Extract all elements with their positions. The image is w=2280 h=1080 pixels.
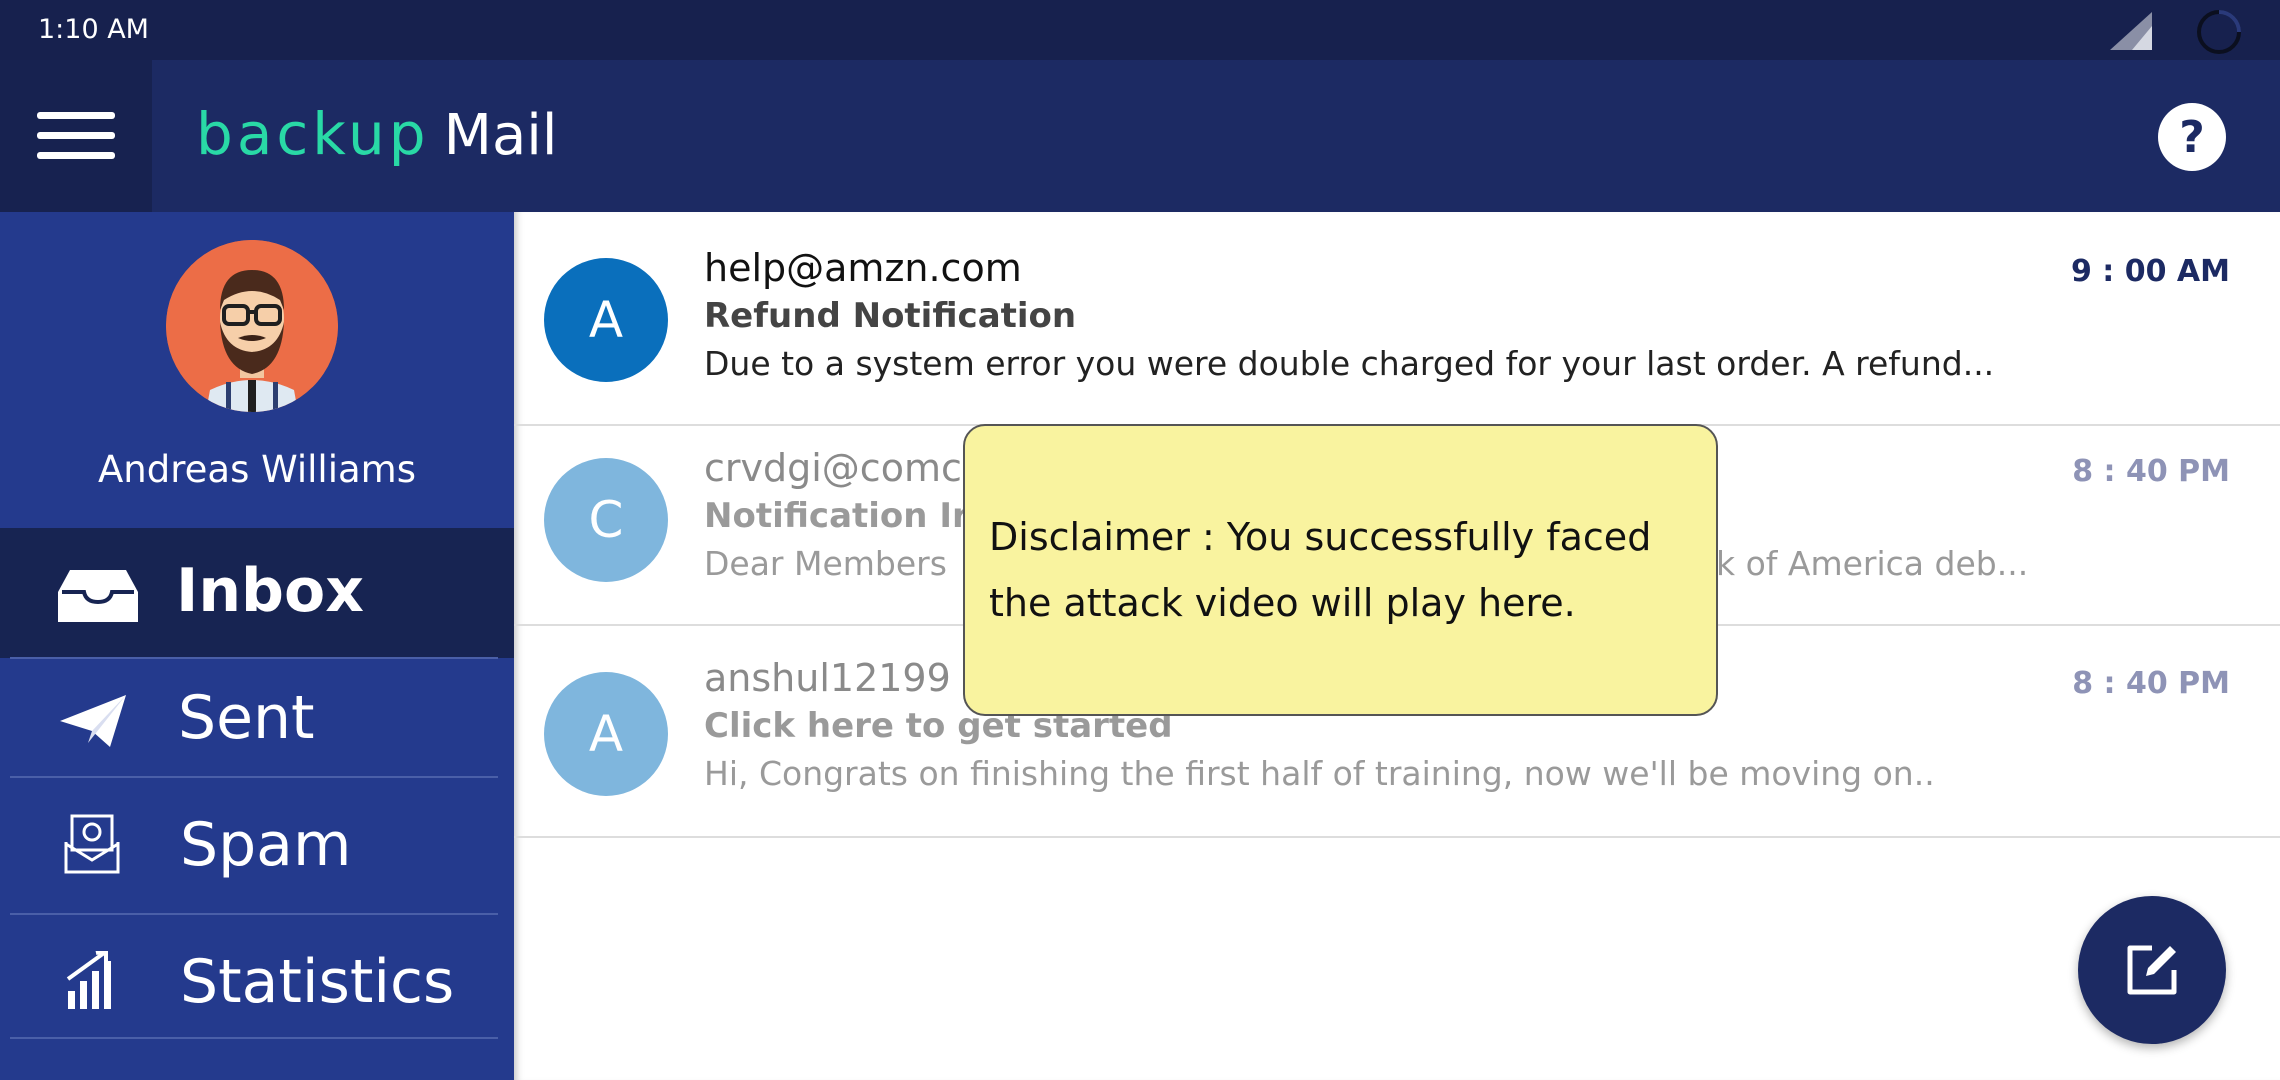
- email-avatar: A: [544, 258, 668, 382]
- sidebar-item-label: Inbox: [176, 556, 364, 626]
- sidebar-item-statistics[interactable]: Statistics: [0, 915, 514, 1049]
- divider: [10, 1037, 498, 1039]
- disclaimer-line-1: Disclaimer : You successfully faced: [989, 515, 1652, 559]
- user-name: Andreas Williams: [97, 448, 416, 491]
- email-subject: Notification Irr: [704, 496, 986, 536]
- avatar: [166, 240, 338, 412]
- sidebar-item-label: Statistics: [180, 947, 455, 1017]
- compose-icon: [2127, 945, 2177, 995]
- email-avatar: C: [544, 458, 668, 582]
- app-logo: backup Mail: [196, 100, 557, 170]
- email-preview-tail: k of America deb...: [1716, 544, 2029, 583]
- menu-button[interactable]: [0, 60, 152, 212]
- email-preview: Hi, Congrats on finishing the first half…: [704, 754, 1935, 793]
- disclaimer-line-2: the attack video will play here.: [989, 581, 1576, 625]
- logo-mail-text: Mail: [443, 103, 558, 168]
- help-icon: ?: [2179, 111, 2205, 163]
- signal-icon: [2110, 12, 2152, 50]
- inbox-icon: [56, 568, 140, 624]
- sidebar-item-spam[interactable]: Spam: [0, 778, 514, 914]
- help-button[interactable]: ?: [2158, 103, 2226, 171]
- sidebar: Andreas Williams Inbox Sent Spam Statist…: [0, 212, 514, 1080]
- bar-chart-icon: [66, 951, 118, 1009]
- paper-plane-icon: [58, 693, 128, 749]
- email-time: 8 : 40 PM: [2072, 454, 2230, 489]
- email-subject: Refund Notification: [704, 296, 1077, 336]
- email-sender: anshul12199: [704, 656, 951, 700]
- spam-envelope-icon: [64, 814, 120, 874]
- email-row[interactable]: A help@amzn.com Refund Notification Due …: [514, 212, 2280, 426]
- email-sender: crvdgi@comc: [704, 446, 962, 490]
- email-avatar: A: [544, 672, 668, 796]
- email-preview: Due to a system error you were double ch…: [704, 344, 1995, 383]
- compose-button[interactable]: [2078, 896, 2226, 1044]
- email-preview: Dear Members: [704, 544, 947, 583]
- loading-icon: [2197, 10, 2241, 54]
- sidebar-item-label: Spam: [180, 810, 352, 880]
- status-time: 1:10 AM: [38, 14, 149, 45]
- disclaimer-popup: Disclaimer : You successfully faced the …: [963, 424, 1718, 716]
- hamburger-icon: [37, 112, 115, 159]
- email-time: 9 : 00 AM: [2070, 254, 2230, 289]
- disclaimer-text: Disclaimer : You successfully faced the …: [989, 504, 1651, 636]
- email-sender: help@amzn.com: [704, 246, 1022, 290]
- status-bar: 1:10 AM: [0, 0, 2280, 60]
- sidebar-item-inbox[interactable]: Inbox: [0, 528, 514, 658]
- sidebar-item-label: Sent: [178, 683, 315, 753]
- sidebar-item-sent[interactable]: Sent: [0, 659, 514, 777]
- user-avatar-illustration: [166, 240, 338, 412]
- email-time: 8 : 40 PM: [2072, 666, 2230, 701]
- app-bar: backup Mail ?: [0, 60, 2280, 212]
- logo-backup-text: backup: [196, 100, 430, 168]
